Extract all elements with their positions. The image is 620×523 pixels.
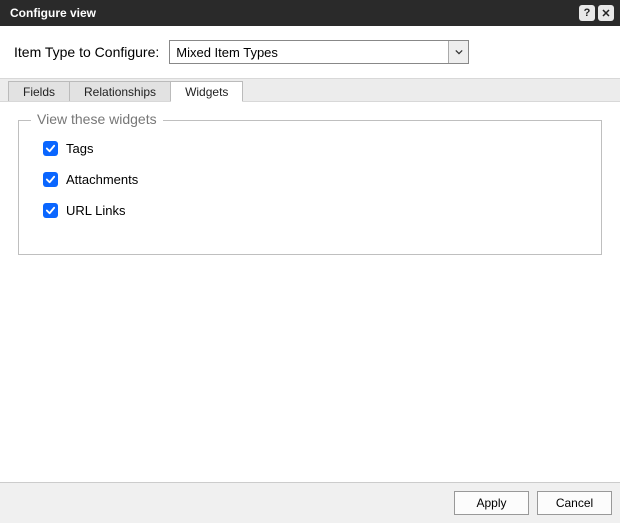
apply-button[interactable]: Apply — [454, 491, 529, 515]
widget-row-urllinks: URL Links — [43, 203, 577, 218]
widgets-fieldset: View these widgets Tags Attachments — [18, 120, 602, 255]
help-icon: ? — [584, 7, 591, 19]
widget-row-tags: Tags — [43, 141, 577, 156]
itemtype-label: Item Type to Configure: — [14, 44, 159, 60]
checkbox-urllinks[interactable] — [43, 203, 58, 218]
tab-label: Relationships — [84, 85, 156, 99]
checkbox-label: URL Links — [66, 203, 125, 218]
chevron-down-icon — [448, 41, 468, 63]
check-icon — [45, 205, 56, 216]
check-icon — [45, 174, 56, 185]
close-button[interactable]: ✕ — [598, 5, 614, 21]
tab-label: Widgets — [185, 85, 228, 99]
tabpanel-widgets: View these widgets Tags Attachments — [0, 102, 620, 482]
tab-relationships[interactable]: Relationships — [70, 81, 171, 101]
dialog-footer: Apply Cancel — [0, 483, 620, 523]
tab-widgets[interactable]: Widgets — [171, 81, 243, 102]
tabbar: Fields Relationships Widgets — [0, 78, 620, 102]
tab-label: Fields — [23, 85, 55, 99]
itemtype-select[interactable]: Mixed Item Types — [169, 40, 469, 64]
widget-row-attachments: Attachments — [43, 172, 577, 187]
checkbox-label: Attachments — [66, 172, 138, 187]
configure-view-dialog: Configure view ? ✕ Item Type to Configur… — [0, 0, 620, 523]
tab-fields[interactable]: Fields — [8, 81, 70, 101]
dialog-title: Configure view — [10, 6, 579, 20]
checkbox-attachments[interactable] — [43, 172, 58, 187]
checkbox-label: Tags — [66, 141, 93, 156]
help-button[interactable]: ? — [579, 5, 595, 21]
content-area: Item Type to Configure: Mixed Item Types… — [0, 26, 620, 483]
titlebar-buttons: ? ✕ — [579, 5, 614, 21]
itemtype-row: Item Type to Configure: Mixed Item Types — [0, 26, 620, 78]
cancel-button[interactable]: Cancel — [537, 491, 612, 515]
check-icon — [45, 143, 56, 154]
titlebar: Configure view ? ✕ — [0, 0, 620, 26]
close-icon: ✕ — [601, 7, 610, 20]
fieldset-legend: View these widgets — [31, 111, 163, 127]
itemtype-selected-value: Mixed Item Types — [170, 45, 448, 60]
checkbox-tags[interactable] — [43, 141, 58, 156]
